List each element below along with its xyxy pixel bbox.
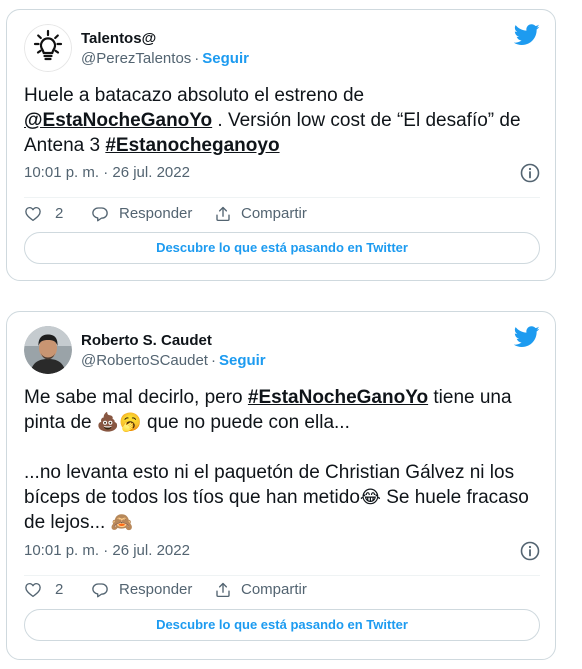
share-label: Compartir (241, 581, 307, 598)
mention-link[interactable]: @EstaNocheGanoYo (24, 110, 212, 131)
reply-label: Responder (119, 581, 193, 598)
tweet-header: Talentos@ @PerezTalentos · Seguir (24, 24, 540, 74)
discover-twitter-button[interactable]: Descubre lo que está pasando en Twitter (24, 609, 540, 641)
separator-dot: · (210, 352, 216, 369)
divider (24, 575, 540, 576)
follow-button[interactable]: Seguir (202, 50, 249, 67)
heart-icon (25, 206, 41, 222)
timestamp[interactable]: 10:01 p. m. · 26 jul. 2022 (24, 542, 190, 559)
reply-icon (92, 207, 108, 222)
tweet-paragraph: Me sabe mal decirlo, pero #EstaNocheGano… (24, 385, 544, 435)
info-icon[interactable] (520, 541, 540, 561)
heart-icon (25, 582, 41, 598)
like-count: 2 (55, 205, 64, 222)
avatar[interactable] (24, 24, 72, 72)
author-name[interactable]: Roberto S. Caudet (81, 332, 266, 350)
twitter-bird-icon[interactable] (514, 326, 540, 348)
share-icon (216, 582, 230, 598)
timestamp[interactable]: 10:01 p. m. · 26 jul. 2022 (24, 164, 190, 181)
hashtag-link[interactable]: #Estanocheganoyo (105, 135, 279, 156)
tweet-paragraph: ...no levanta esto ni el paquetón de Chr… (24, 460, 544, 535)
tweet-actions: 2 Responder Compartir (24, 203, 540, 225)
laughing-emoji: 😂 (359, 487, 381, 508)
author-handle[interactable]: @PerezTalentos (81, 50, 191, 67)
hashtag-link[interactable]: #EstaNocheGanoYo (248, 387, 428, 408)
tweet-text: Huele a batacazo absoluto el estreno de … (24, 83, 544, 158)
author-handle[interactable]: @RobertoSCaudet (81, 352, 208, 369)
separator-dot: · (194, 50, 200, 67)
tweet-header: Roberto S. Caudet @RobertoSCaudet · Seguir (24, 326, 540, 376)
tweet-meta: 10:01 p. m. · 26 jul. 2022 (24, 540, 540, 562)
tweet-text-segment: que no puede con ella... (141, 412, 350, 433)
info-icon[interactable] (520, 163, 540, 183)
author-name[interactable]: Talentos@ (81, 30, 249, 48)
divider (24, 197, 540, 198)
tweet-meta: 10:01 p. m. · 26 jul. 2022 (24, 162, 540, 184)
tweet-text-segment: Huele a batacazo absoluto el estreno de (24, 85, 365, 106)
twitter-bird-icon[interactable] (514, 24, 540, 46)
tweet-text-segment: Me sabe mal decirlo, pero (24, 387, 248, 408)
reply-label: Responder (119, 205, 193, 222)
reply-icon (92, 583, 108, 598)
tweet-card[interactable]: Talentos@ @PerezTalentos · Seguir Huele a … (6, 9, 556, 281)
see-no-evil-emoji: 🙈 (110, 512, 134, 533)
share-icon (216, 206, 230, 222)
follow-button[interactable]: Seguir (219, 352, 266, 369)
share-label: Compartir (241, 205, 307, 222)
tweet-actions: 2 Responder Compartir (24, 579, 540, 601)
lightbulb-icon (24, 24, 72, 72)
tweet-text: Me sabe mal decirlo, pero #EstaNocheGano… (24, 385, 544, 535)
avatar[interactable] (24, 326, 72, 374)
like-count: 2 (55, 581, 64, 598)
poop-yawn-emoji: 💩🥱 (96, 412, 142, 433)
profile-photo (24, 326, 72, 374)
tweet-card[interactable]: Roberto S. Caudet @RobertoSCaudet · Seguir… (6, 311, 556, 660)
discover-twitter-button[interactable]: Descubre lo que está pasando en Twitter (24, 232, 540, 264)
